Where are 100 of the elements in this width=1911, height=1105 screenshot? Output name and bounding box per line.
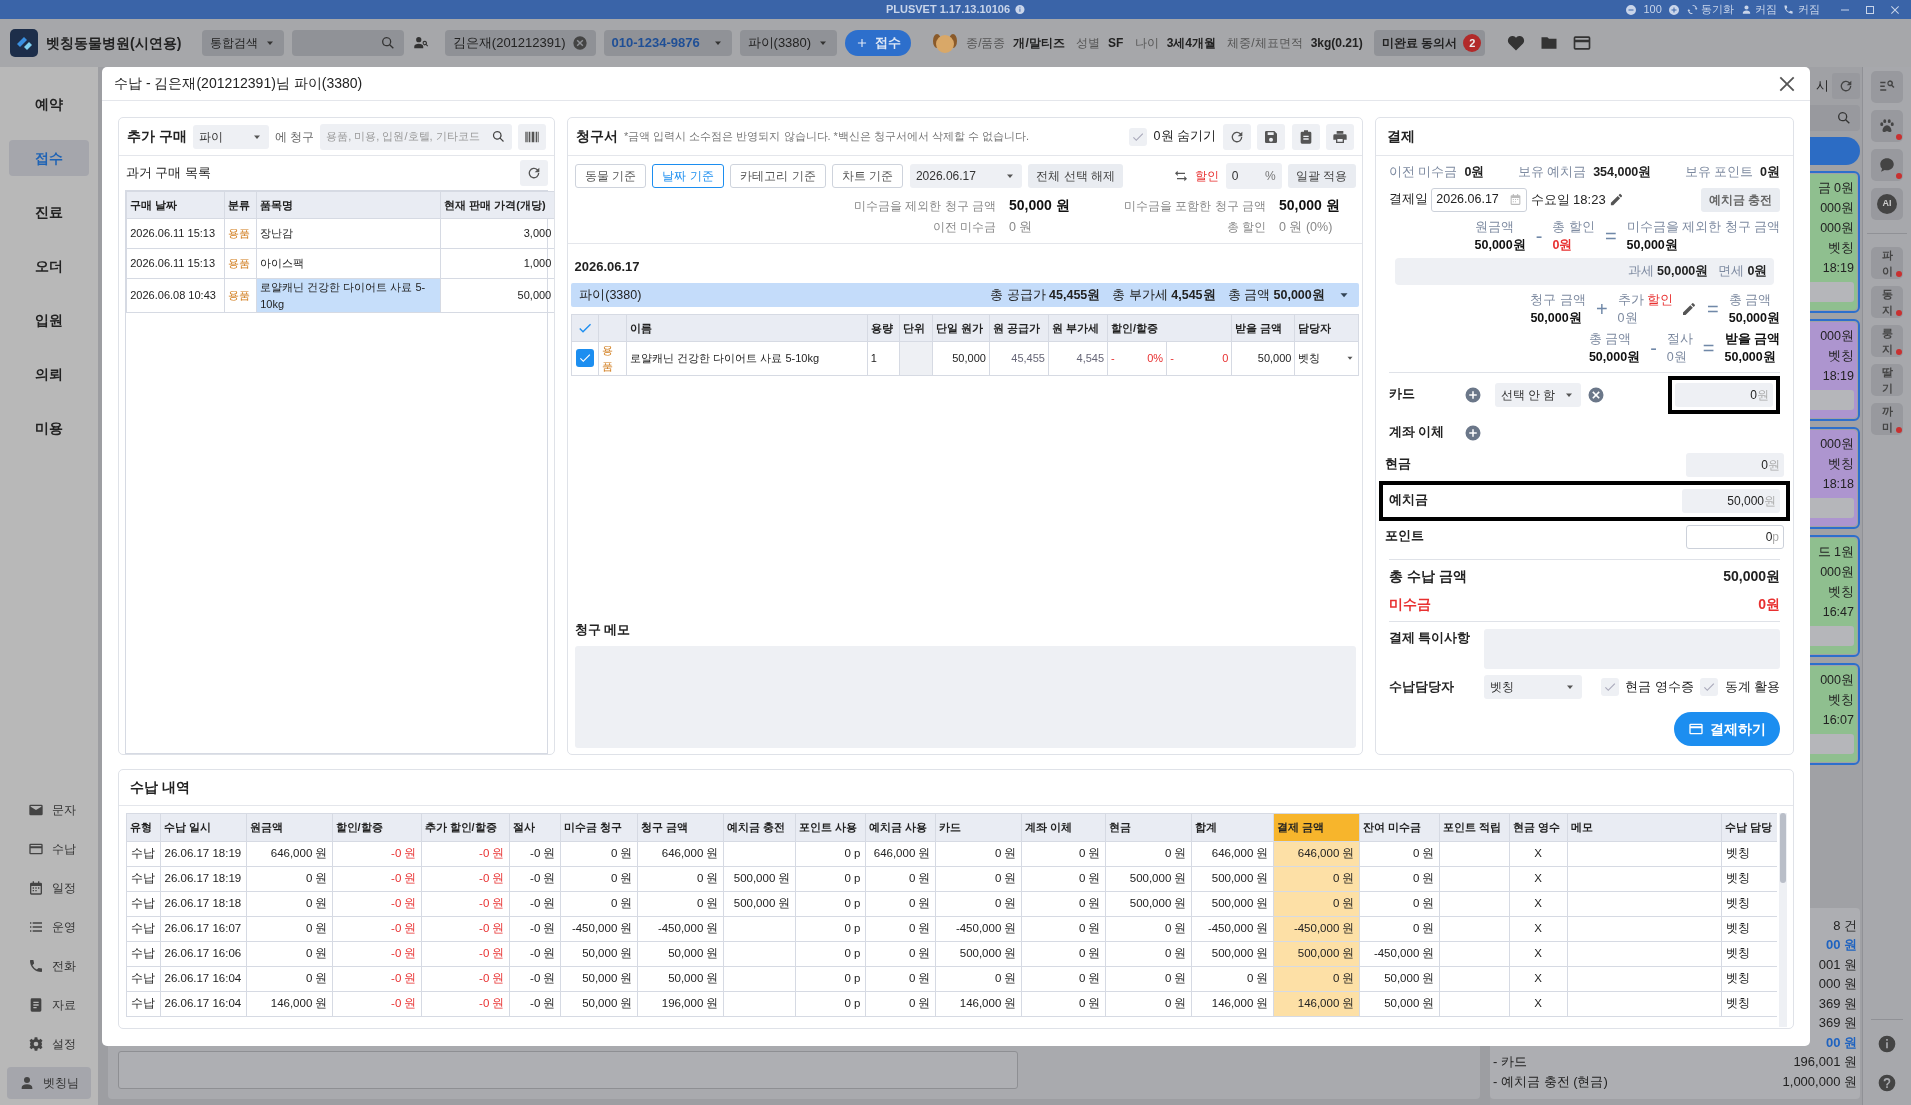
memo-label: 결제 특이사항 — [1389, 629, 1472, 647]
checkbox[interactable] — [1700, 678, 1718, 696]
side-tool-button[interactable] — [1871, 149, 1903, 181]
discount-amount[interactable]: 0 — [1222, 350, 1229, 367]
date-dropdown[interactable]: 2026.06.17 — [909, 163, 1022, 188]
side-tool-button[interactable]: AI — [1871, 188, 1903, 220]
print-button[interactable] — [1326, 123, 1354, 150]
save-button[interactable] — [1257, 123, 1285, 150]
view-tab[interactable]: 날짜 기준 — [652, 163, 724, 188]
info-icon[interactable] — [1014, 4, 1026, 15]
clear-icon[interactable] — [1587, 385, 1605, 404]
pay-button[interactable]: 결제하기 — [1674, 712, 1780, 746]
amount-field[interactable]: 0p — [1686, 524, 1784, 549]
close-icon[interactable] — [1889, 3, 1901, 16]
discount-field[interactable]: 0 % — [1225, 162, 1282, 189]
pet-tab[interactable]: 딸기 — [1871, 364, 1903, 396]
deposit-button[interactable]: 예치금 충전 — [1700, 187, 1780, 212]
card-dropdown[interactable]: 선택 안 함 — [1494, 382, 1581, 407]
top-action[interactable]: 커짐 — [1783, 1, 1820, 18]
nav-item[interactable]: 진료 — [9, 194, 89, 230]
search-field[interactable] — [292, 30, 405, 56]
nav-tool[interactable]: 전화 — [22, 946, 82, 986]
pencil-icon[interactable] — [1608, 192, 1624, 208]
nav-item[interactable]: 미용 — [9, 410, 89, 446]
refresh-button[interactable] — [519, 160, 548, 186]
nav-tool[interactable]: 일정 — [22, 868, 82, 908]
nav-item[interactable]: 입원 — [9, 302, 89, 338]
help-icon[interactable] — [1877, 1072, 1897, 1093]
nav-tool[interactable]: 수납 — [22, 829, 82, 869]
table-cell: 646,000 원 — [637, 841, 723, 866]
pet-dropdown[interactable]: 파이(3380) — [739, 30, 838, 56]
tax-text: 면세 0원 — [1718, 262, 1768, 280]
purchase-row[interactable]: 2026.06.11 15:13 용품 장난감 3,000 — [126, 218, 554, 249]
clipboard-button[interactable] — [1291, 123, 1320, 150]
amount-field[interactable]: 0원 — [1686, 452, 1784, 477]
client-chip[interactable]: 김은재(201212391) — [444, 30, 596, 56]
amount-field[interactable]: 0원 — [1675, 382, 1773, 407]
pet-dropdown[interactable]: 파이 — [192, 124, 269, 149]
column-header: 분류 — [224, 191, 257, 219]
pet-group-bar[interactable]: 파이(3380) 총 공급가 45,455원 총 부가세 4,545원 총 금액 50,000원 — [571, 283, 1359, 308]
search-scope-dropdown[interactable]: 통합검색 — [202, 30, 285, 56]
top-action[interactable]: 동기화 — [1686, 1, 1734, 18]
register-button[interactable]: 접수 — [845, 30, 912, 56]
pet-tab[interactable]: 까미 — [1871, 403, 1903, 435]
nav-item[interactable]: 오더 — [9, 248, 89, 284]
view-tab[interactable]: 카테고리 기준 — [730, 163, 826, 188]
table-cell: 0 p — [795, 916, 865, 941]
discount-percent[interactable]: 0% — [1147, 350, 1164, 367]
deselect-button[interactable]: 전체 선택 해제 — [1028, 163, 1124, 188]
checkbox[interactable] — [1600, 678, 1619, 696]
nav-tool[interactable]: 문자 — [22, 790, 82, 830]
date-heading: 2026.06.17 — [573, 258, 641, 277]
pencil-icon[interactable] — [1681, 301, 1698, 317]
column-header: 포인트 사용 — [795, 813, 865, 841]
maximize-icon[interactable] — [1864, 3, 1876, 16]
apply-button[interactable]: 일괄 적용 — [1288, 163, 1356, 188]
amount-field[interactable]: 50,000원 — [1682, 488, 1780, 513]
user-button[interactable]: 벳칭님 — [7, 1066, 91, 1099]
info-icon[interactable] — [1877, 1034, 1897, 1054]
scrollbar[interactable] — [1779, 812, 1786, 883]
checkbox[interactable] — [1129, 127, 1148, 146]
add-icon[interactable] — [1463, 423, 1482, 442]
side-tool-button[interactable] — [1871, 71, 1903, 103]
pet-tab[interactable]: 룽지 — [1871, 325, 1903, 357]
table-cell: -0 원 — [509, 866, 560, 891]
checkbox[interactable] — [576, 349, 594, 368]
purchase-row[interactable]: 2026.06.11 15:13 용품 아이스팩 1,000 — [126, 248, 554, 279]
date-field[interactable]: 2026.06.17 — [1431, 187, 1528, 212]
table-cell: 0 원 — [1191, 966, 1273, 991]
table-cell: -0 원 — [332, 841, 421, 866]
heart-icon[interactable] — [1506, 33, 1527, 53]
barcode-button[interactable] — [518, 123, 546, 150]
top-action[interactable]: 커짐 — [1740, 1, 1777, 18]
zoom-out-icon[interactable] — [1624, 3, 1637, 16]
summary-value: 0 원 — [1009, 219, 1034, 236]
unit-label: p — [1772, 528, 1779, 546]
pet-tab[interactable]: 동지 — [1871, 286, 1903, 318]
zoom-in-icon[interactable] — [1668, 3, 1681, 16]
consent-button[interactable]: 미완료 동의서 2 — [1373, 30, 1486, 56]
panel-title: 청구서 — [576, 127, 618, 146]
nav-item[interactable]: 예약 — [9, 86, 89, 122]
refresh-button[interactable] — [1222, 123, 1251, 150]
view-tab[interactable]: 동물 기준 — [574, 163, 646, 188]
add-icon[interactable] — [1463, 385, 1482, 404]
table-cell: -0 원 — [509, 916, 560, 941]
refresh-button[interactable] — [1832, 73, 1860, 99]
nav-tool[interactable]: 설정 — [22, 1024, 82, 1064]
view-tab[interactable]: 차트 기준 — [832, 163, 904, 188]
staff-dropdown[interactable]: 벳칭 — [1483, 675, 1582, 699]
table-cell: 용품 — [598, 341, 627, 376]
table-cell: 500,000 원 — [935, 941, 1021, 966]
side-tool-button[interactable] — [1871, 110, 1903, 142]
nav-item[interactable]: 의뢰 — [9, 356, 89, 392]
clear-icon[interactable] — [571, 35, 588, 51]
table-cell: 196,000 원 — [637, 991, 723, 1016]
nav-tool[interactable]: 자료 — [22, 985, 82, 1025]
nav-tool[interactable]: 운영 — [22, 907, 82, 947]
term-value: 50,000원 — [1728, 310, 1780, 327]
card-icon[interactable] — [1572, 33, 1593, 53]
pet-tab[interactable]: 파이 — [1871, 247, 1903, 279]
